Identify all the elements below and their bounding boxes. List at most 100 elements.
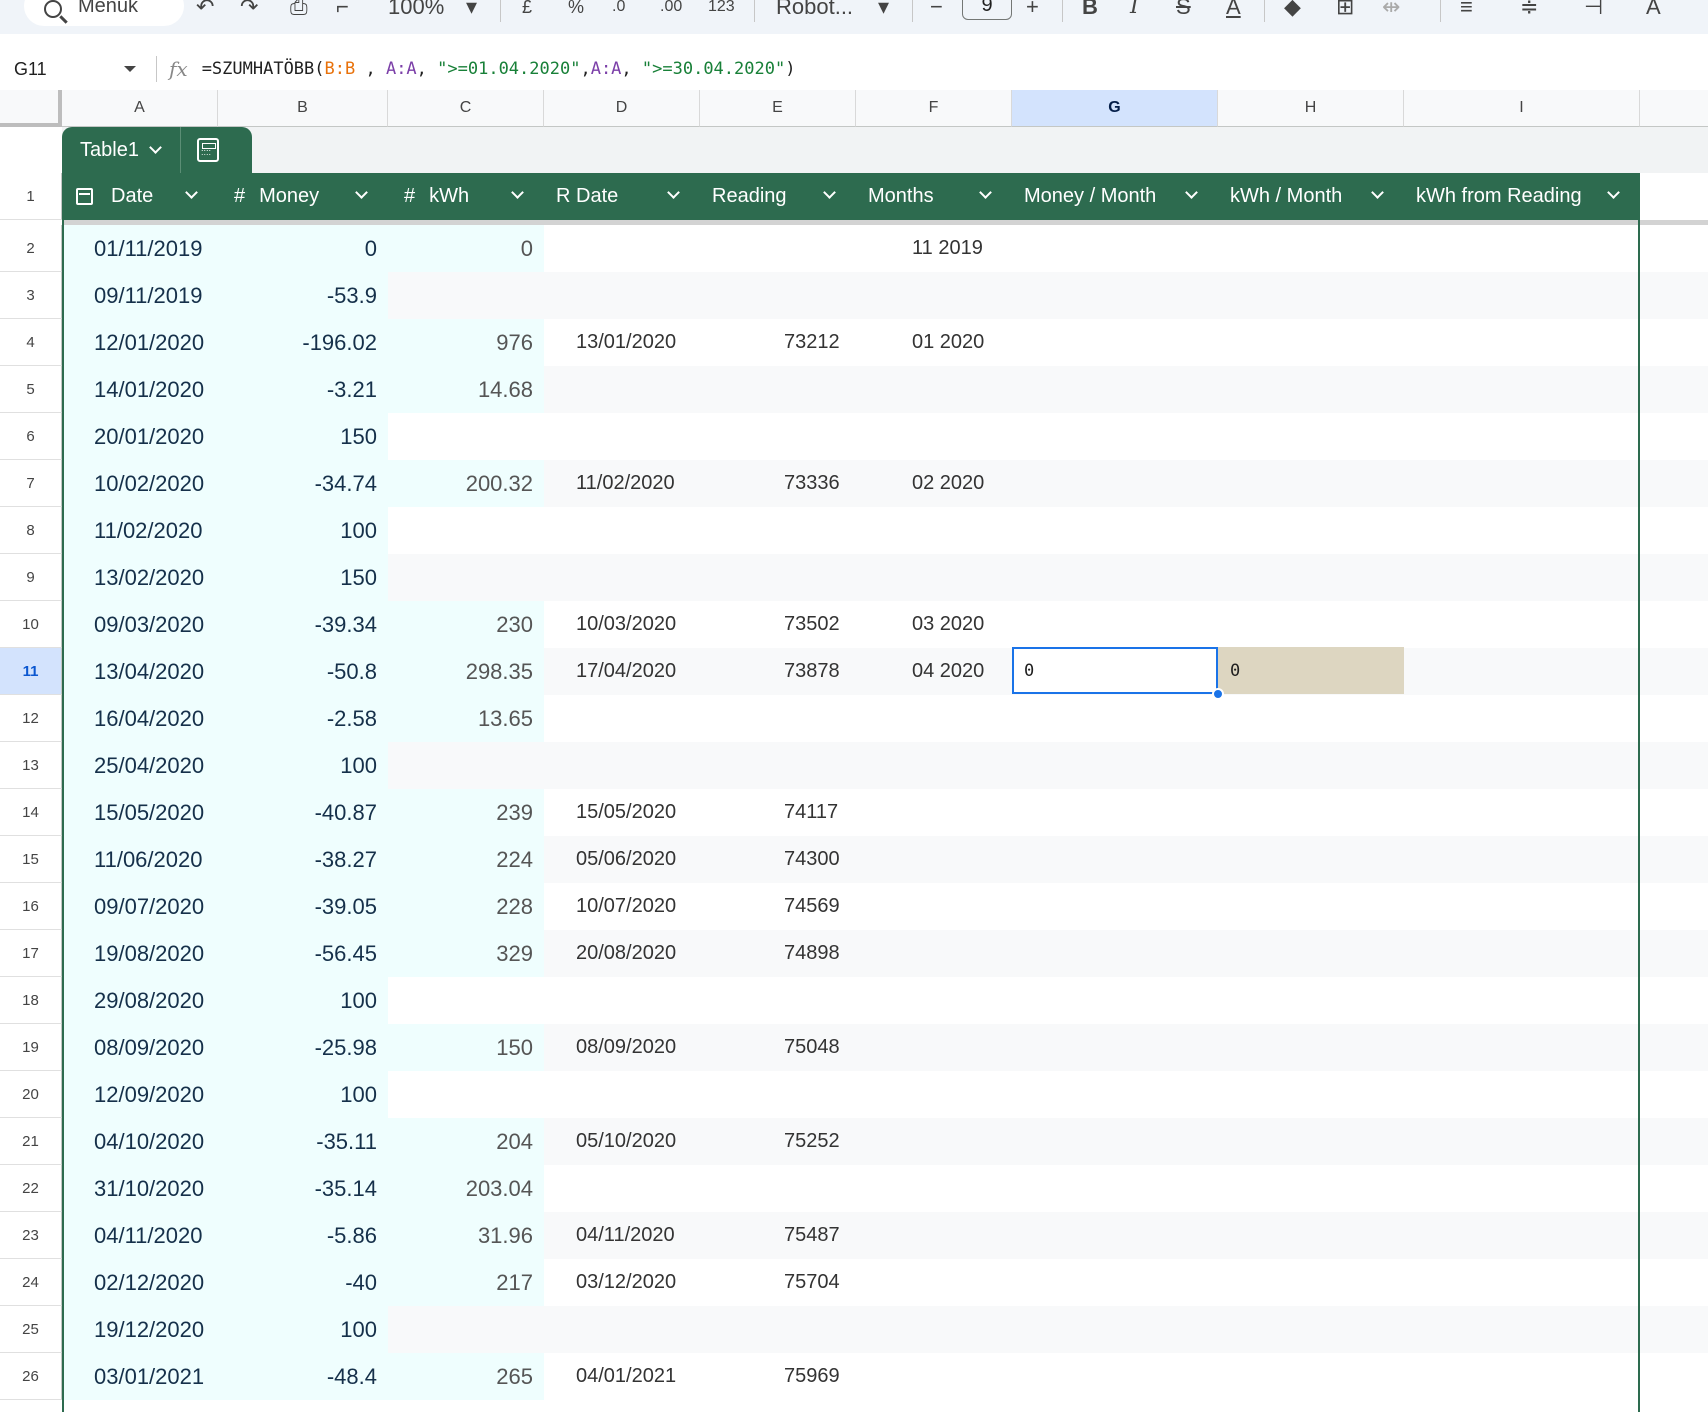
cell-c[interactable]: 203.04 (388, 1165, 544, 1212)
row-header[interactable]: 15 (0, 836, 62, 883)
cell-c[interactable]: 200.32 (388, 460, 544, 507)
cell-f[interactable] (856, 1118, 1012, 1165)
column-header-f[interactable]: F (856, 90, 1012, 127)
cell-a[interactable]: 08/09/2020 (62, 1024, 218, 1071)
cell-e[interactable]: 74117 (700, 789, 856, 836)
cell-d[interactable] (544, 1306, 700, 1353)
cell-c[interactable] (388, 507, 544, 554)
cell-d[interactable]: 04/01/2021 (544, 1353, 700, 1400)
cell-f[interactable] (856, 1165, 1012, 1212)
chevron-down-icon[interactable] (511, 186, 524, 199)
cell-c[interactable]: 329 (388, 930, 544, 977)
vertical-align-icon[interactable]: ≑ (1520, 0, 1538, 20)
cell-b[interactable]: -34.74 (218, 460, 388, 507)
cell-d[interactable]: 05/06/2020 (544, 836, 700, 883)
header-rdate[interactable]: R Date (544, 173, 700, 220)
cell-b[interactable]: -35.14 (218, 1165, 388, 1212)
fill-handle[interactable] (1212, 688, 1224, 700)
cell-c[interactable]: 14.68 (388, 366, 544, 413)
column-header-c[interactable]: C (388, 90, 544, 127)
cell-f[interactable] (856, 507, 1012, 554)
cell-d[interactable] (544, 977, 700, 1024)
cell-b[interactable]: 100 (218, 977, 388, 1024)
cell-c[interactable]: 976 (388, 319, 544, 366)
bold-icon[interactable]: B (1082, 0, 1098, 20)
cell-b[interactable]: 100 (218, 742, 388, 789)
cell-b[interactable]: -50.8 (218, 648, 388, 695)
row-header[interactable]: 9 (0, 554, 62, 601)
cell-a[interactable]: 04/10/2020 (62, 1118, 218, 1165)
chevron-down-icon[interactable] (823, 186, 836, 199)
cell-e[interactable] (700, 272, 856, 319)
cell-f[interactable] (856, 413, 1012, 460)
cell-e[interactable] (700, 1071, 856, 1118)
column-header-h[interactable]: H (1218, 90, 1404, 127)
cell-e[interactable] (700, 554, 856, 601)
cell-c[interactable] (388, 554, 544, 601)
cell-f[interactable] (856, 1306, 1012, 1353)
cell-e[interactable]: 74898 (700, 930, 856, 977)
cell-c[interactable]: 31.96 (388, 1212, 544, 1259)
column-header-g[interactable]: G (1012, 90, 1218, 127)
cell-f[interactable]: 11 2019 (856, 225, 1012, 272)
text-rotation-icon[interactable]: A (1646, 0, 1661, 20)
cell-b[interactable]: -39.34 (218, 601, 388, 648)
cell-a[interactable]: 19/12/2020 (62, 1306, 218, 1353)
cell-f[interactable] (856, 836, 1012, 883)
font-select[interactable]: Robot... (776, 0, 853, 20)
currency-button[interactable]: £ (522, 0, 532, 20)
cell-c[interactable]: 217 (388, 1259, 544, 1306)
chevron-down-icon[interactable] (185, 186, 198, 199)
cell-f[interactable] (856, 366, 1012, 413)
align-left-icon[interactable]: ≡ (1460, 0, 1473, 20)
cell-a[interactable]: 12/09/2020 (62, 1071, 218, 1118)
cell-a[interactable]: 14/01/2020 (62, 366, 218, 413)
cell-b[interactable]: -2.58 (218, 695, 388, 742)
cell-c[interactable]: 228 (388, 883, 544, 930)
chevron-down-icon[interactable] (149, 141, 162, 154)
cell-b[interactable]: -196.02 (218, 319, 388, 366)
cell-d[interactable] (544, 272, 700, 319)
cell-e[interactable]: 75252 (700, 1118, 856, 1165)
text-wrap-icon[interactable]: ⊣ (1584, 0, 1603, 20)
header-money-month[interactable]: Money / Month (1012, 173, 1218, 220)
cell-b[interactable]: -40.87 (218, 789, 388, 836)
cell-e[interactable] (700, 977, 856, 1024)
cell-a[interactable]: 29/08/2020 (62, 977, 218, 1024)
chevron-down-icon[interactable] (979, 186, 992, 199)
cell-e[interactable] (700, 1165, 856, 1212)
cell-f[interactable] (856, 1024, 1012, 1071)
cell-b[interactable]: 100 (218, 507, 388, 554)
cell-c[interactable]: 239 (388, 789, 544, 836)
cell-e[interactable]: 73212 (700, 319, 856, 366)
row-header[interactable]: 13 (0, 742, 62, 789)
fill-color-icon[interactable]: ◆ (1284, 0, 1301, 20)
font-size-input[interactable]: 9 (962, 0, 1012, 20)
row-header[interactable]: 25 (0, 1306, 62, 1353)
cell-d[interactable] (544, 1165, 700, 1212)
spill-cell-h11[interactable]: 0 (1218, 647, 1404, 694)
cell-d[interactable] (544, 413, 700, 460)
cell-d[interactable]: 11/02/2020 (544, 460, 700, 507)
cell-a[interactable]: 12/01/2020 (62, 319, 218, 366)
cell-f[interactable] (856, 930, 1012, 977)
cell-a[interactable]: 15/05/2020 (62, 789, 218, 836)
cell-a[interactable]: 09/11/2019 (62, 272, 218, 319)
cell-e[interactable]: 73878 (700, 648, 856, 695)
cell-f[interactable]: 01 2020 (856, 319, 1012, 366)
row-header[interactable]: 7 (0, 460, 62, 507)
cell-d[interactable]: 20/08/2020 (544, 930, 700, 977)
column-header-j[interactable] (1640, 90, 1708, 127)
cell-e[interactable] (700, 225, 856, 272)
active-cell-g11[interactable]: 0 (1012, 647, 1218, 694)
cell-f[interactable] (856, 1259, 1012, 1306)
row-header[interactable]: 8 (0, 507, 62, 554)
merge-cells-icon[interactable]: ⇹ (1382, 0, 1400, 20)
cell-f[interactable] (856, 272, 1012, 319)
borders-icon[interactable]: ⊞ (1336, 0, 1354, 20)
cell-a[interactable]: 25/04/2020 (62, 742, 218, 789)
cell-b[interactable]: -56.45 (218, 930, 388, 977)
cell-a[interactable]: 10/02/2020 (62, 460, 218, 507)
freeze-divider[interactable] (62, 220, 1708, 225)
cell-f[interactable]: 03 2020 (856, 601, 1012, 648)
